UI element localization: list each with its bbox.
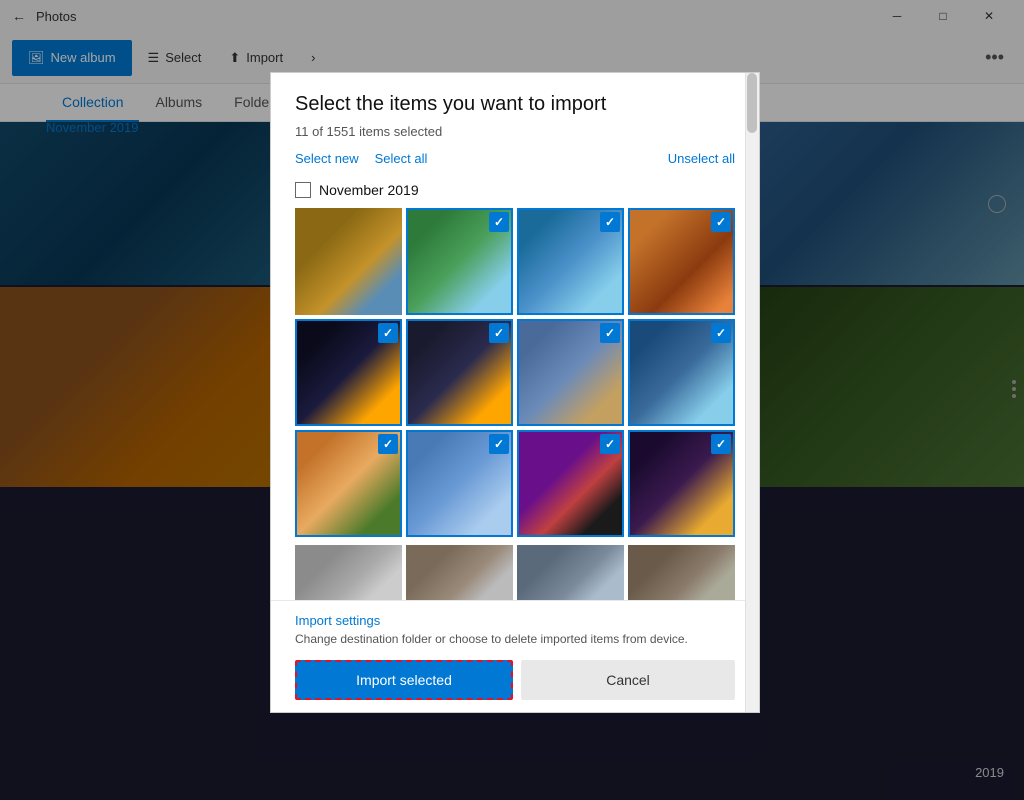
photo-item-6[interactable]: ✓: [406, 319, 513, 426]
photo-item-2[interactable]: ✓: [406, 208, 513, 315]
checkmark-10: ✓: [489, 434, 509, 454]
section-header: November 2019: [295, 182, 735, 198]
photo-item-13[interactable]: [295, 545, 402, 600]
dialog-footer: Import settings Change destination folde…: [271, 600, 759, 712]
photo-item-9[interactable]: ✓: [295, 430, 402, 537]
photo-item-12[interactable]: ✓: [628, 430, 735, 537]
checkmark-6: ✓: [489, 323, 509, 343]
photo-item-14[interactable]: [406, 545, 513, 600]
checkmark-4: ✓: [711, 212, 731, 232]
section-checkbox[interactable]: [295, 182, 311, 198]
import-selected-button[interactable]: Import selected: [295, 660, 513, 700]
scrollbar-thumb[interactable]: [747, 73, 757, 133]
select-all-link[interactable]: Select all: [375, 151, 428, 166]
checkmark-11: ✓: [600, 434, 620, 454]
photo-item-3[interactable]: ✓: [517, 208, 624, 315]
unselect-all-link[interactable]: Unselect all: [668, 151, 735, 166]
photo-color-14: [406, 545, 513, 600]
dialog-body: Select the items you want to import 11 o…: [271, 73, 759, 600]
checkmark-3: ✓: [600, 212, 620, 232]
checkmark-12: ✓: [711, 434, 731, 454]
checkmark-9: ✓: [378, 434, 398, 454]
photo-grid-partial: [295, 545, 735, 600]
photo-item-5[interactable]: ✓: [295, 319, 402, 426]
import-settings-desc: Change destination folder or choose to d…: [295, 632, 735, 646]
scrollbar-track[interactable]: [745, 73, 759, 712]
dialog-subtitle: 11 of 1551 items selected: [295, 124, 735, 139]
photo-item-1[interactable]: [295, 208, 402, 315]
checkmark-8: ✓: [711, 323, 731, 343]
import-settings-link[interactable]: Import settings: [295, 613, 735, 628]
section-label: November 2019: [319, 182, 419, 198]
photo-color-1: [295, 208, 402, 315]
photo-color-13: [295, 545, 402, 600]
dialog-links: Select new Select all Unselect all: [295, 151, 735, 166]
photo-item-15[interactable]: [517, 545, 624, 600]
photo-item-11[interactable]: ✓: [517, 430, 624, 537]
photo-item-16[interactable]: [628, 545, 735, 600]
import-dialog: Select the items you want to import 11 o…: [270, 72, 760, 713]
photo-item-10[interactable]: ✓: [406, 430, 513, 537]
photo-color-16: [628, 545, 735, 600]
photo-grid: ✓ ✓ ✓ ✓ ✓ ✓: [295, 208, 735, 537]
checkmark-7: ✓: [600, 323, 620, 343]
cancel-button[interactable]: Cancel: [521, 660, 735, 700]
photo-item-8[interactable]: ✓: [628, 319, 735, 426]
checkmark-5: ✓: [378, 323, 398, 343]
photo-item-7[interactable]: ✓: [517, 319, 624, 426]
photo-color-15: [517, 545, 624, 600]
checkmark-2: ✓: [489, 212, 509, 232]
dialog-buttons: Import selected Cancel: [295, 660, 735, 700]
select-new-link[interactable]: Select new: [295, 151, 359, 166]
photo-item-4[interactable]: ✓: [628, 208, 735, 315]
dialog-title: Select the items you want to import: [295, 93, 735, 116]
